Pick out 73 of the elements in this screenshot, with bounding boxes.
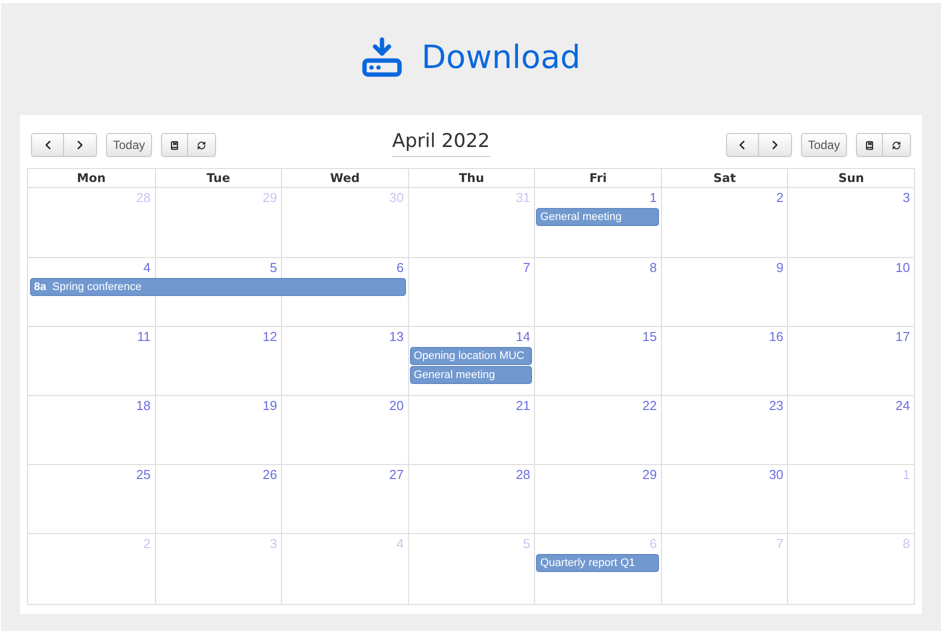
day-number: 2: [776, 190, 784, 206]
weekday-header: Sat: [660, 169, 788, 188]
refresh-icon: [892, 140, 901, 150]
book-icon: [170, 140, 180, 150]
calendar-event[interactable]: Quarterly report Q1: [536, 554, 659, 572]
day-number: 6: [650, 536, 657, 552]
day-number: 6: [396, 260, 404, 276]
book-button[interactable]: [161, 133, 188, 157]
day-number: 4: [396, 536, 404, 552]
event-title: General meeting: [414, 368, 496, 383]
weekday-header: Thu: [408, 169, 534, 188]
day-number: 3: [902, 190, 910, 206]
day-number: 9: [776, 260, 784, 276]
download-link[interactable]: Download: [421, 33, 581, 81]
day-number: 5: [270, 260, 278, 276]
day-number: 30: [389, 190, 404, 206]
day-number: 14: [516, 329, 530, 345]
day-number: 20: [389, 398, 404, 414]
day-number: 8: [650, 260, 657, 276]
event-title: Quarterly report Q1: [540, 556, 636, 571]
calendar-event[interactable]: Opening location MUC: [410, 347, 532, 365]
day-number: 7: [523, 260, 530, 276]
day-number: 28: [516, 467, 530, 483]
day-number: 29: [262, 190, 278, 206]
day-number: 26: [262, 467, 278, 483]
day-number: 7: [776, 536, 784, 552]
day-number: 15: [642, 329, 657, 345]
day-number: 1: [902, 467, 910, 483]
book-button[interactable]: [856, 133, 883, 157]
day-number: 8: [902, 536, 910, 552]
day-number: 13: [389, 329, 404, 345]
day-number: 30: [768, 467, 784, 483]
download-icon: [361, 36, 404, 78]
calendar-event[interactable]: General meeting: [410, 366, 532, 384]
weekday-header: Mon: [28, 169, 155, 188]
refresh-button[interactable]: [882, 133, 911, 157]
day-number: 18: [136, 398, 151, 414]
event-time: 8a: [34, 280, 46, 295]
day-number: 21: [516, 398, 530, 414]
refresh-button[interactable]: [188, 133, 216, 157]
month-title: April 2022: [392, 126, 490, 158]
day-number: 27: [389, 467, 404, 483]
calendar-event[interactable]: General meeting: [536, 208, 659, 226]
calendar-event[interactable]: 8a Spring conference: [30, 278, 406, 296]
day-number: 23: [768, 398, 784, 414]
today-button[interactable]: Today: [106, 133, 152, 157]
day-number: 5: [523, 536, 530, 552]
weekday-header: Fri: [534, 169, 661, 188]
day-number: 22: [642, 398, 657, 414]
day-number: 1: [650, 190, 657, 206]
day-number: 2: [143, 536, 151, 552]
day-number: 29: [642, 467, 657, 483]
weekday-header: Tue: [154, 169, 282, 188]
day-number: 25: [136, 467, 151, 483]
day-number: 31: [516, 190, 530, 206]
event-title: Spring conference: [52, 280, 142, 295]
weekday-header: Sun: [787, 169, 914, 188]
day-number: 10: [896, 260, 910, 276]
day-number: 16: [768, 329, 784, 345]
day-number: 3: [270, 536, 278, 552]
day-number: 12: [262, 329, 278, 345]
day-number: 11: [137, 329, 151, 345]
day-number: 24: [896, 398, 910, 414]
day-number: 28: [136, 190, 151, 206]
weekday-header: Wed: [281, 169, 408, 188]
day-number: 17: [896, 329, 910, 345]
today-button[interactable]: Today: [800, 133, 847, 157]
event-title: General meeting: [540, 210, 622, 225]
day-number: 19: [262, 398, 278, 414]
refresh-icon: [197, 140, 206, 150]
book-icon: [864, 140, 874, 150]
event-title: Opening location MUC: [414, 349, 524, 364]
day-number: 4: [143, 260, 151, 276]
